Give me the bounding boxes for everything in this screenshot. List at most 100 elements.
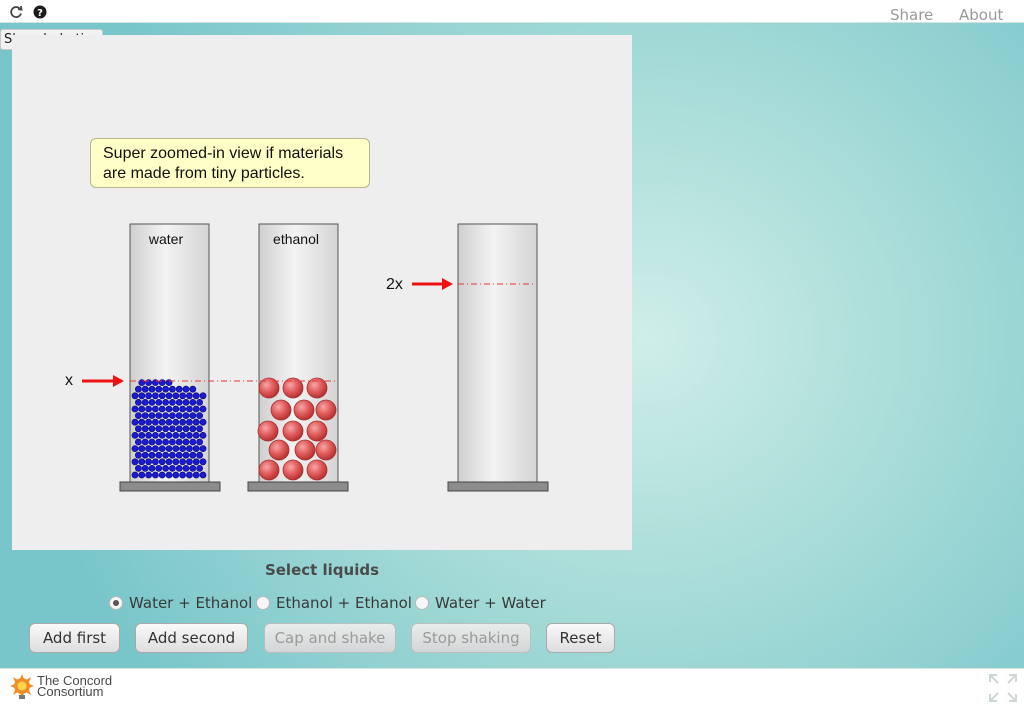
water-particle <box>196 398 203 406</box>
water-particle <box>192 471 200 479</box>
reset-button[interactable]: Reset <box>546 623 615 653</box>
water-particle <box>192 405 200 413</box>
stop-shaking-button[interactable]: Stop shaking <box>411 623 531 653</box>
radio-button-selected[interactable] <box>109 596 123 610</box>
water-particle <box>162 412 169 419</box>
water-label: water <box>148 231 184 247</box>
ethanol-particle <box>282 459 304 481</box>
ethanol-particle <box>293 399 315 421</box>
water-particle <box>151 418 159 426</box>
option-ethanol-ethanol[interactable]: Ethanol + Ethanol <box>256 594 412 614</box>
water-particle <box>145 458 152 466</box>
radio-button[interactable] <box>415 596 429 610</box>
water-particle <box>155 438 163 446</box>
water-particle <box>141 412 149 419</box>
water-particle <box>135 412 142 419</box>
radio-button[interactable] <box>256 596 270 610</box>
empty-cylinder <box>457 223 538 483</box>
water-particle <box>138 418 146 426</box>
water-particle <box>192 418 200 426</box>
ethanol-cylinder-base <box>247 481 349 492</box>
water-particle <box>179 458 186 466</box>
water-particle <box>131 392 139 400</box>
add-second-button[interactable]: Add second <box>135 623 248 653</box>
water-particle <box>179 431 186 439</box>
water-particle <box>138 379 146 386</box>
water-particle <box>158 471 166 479</box>
share-link[interactable]: Share <box>890 6 933 24</box>
water-particle <box>155 412 163 419</box>
water-particle <box>158 431 166 439</box>
water-particle <box>168 451 176 459</box>
water-particle <box>148 451 156 459</box>
water-particle <box>148 425 156 433</box>
water-particle <box>131 418 139 426</box>
water-particle <box>141 451 149 459</box>
empty-cylinder-base <box>447 481 549 492</box>
water-particle <box>192 392 200 400</box>
water-particle <box>179 392 186 400</box>
water-particle <box>138 445 146 452</box>
water-particle <box>196 438 203 446</box>
fullscreen-icon[interactable] <box>988 673 1018 703</box>
water-particle <box>182 464 190 472</box>
water-particle <box>185 418 193 426</box>
question-circle-icon[interactable]: ? <box>33 5 47 19</box>
water-particle <box>165 458 173 466</box>
water-particle <box>135 385 142 393</box>
ethanol-particle <box>270 399 292 421</box>
level-label-2x: 2x <box>386 276 403 293</box>
water-particle <box>185 458 193 466</box>
water-particle <box>175 425 183 433</box>
option-water-ethanol[interactable]: Water + Ethanol <box>109 594 252 614</box>
water-particle <box>151 445 159 452</box>
logo-line-2: Consortium <box>37 684 104 699</box>
water-particle <box>168 464 176 472</box>
top-bar: ? Share About <box>0 0 1024 24</box>
water-particle <box>138 392 146 400</box>
water-particle <box>172 431 180 439</box>
water-particle <box>172 405 180 413</box>
water-particle <box>162 385 169 393</box>
reload-icon[interactable] <box>9 5 23 19</box>
water-particle <box>151 471 159 479</box>
water-particle <box>158 392 166 400</box>
about-link[interactable]: About <box>959 6 1003 24</box>
water-particle <box>162 398 169 406</box>
ethanol-particle <box>257 420 279 442</box>
water-particle <box>148 464 156 472</box>
callout-line-2: are made from tiny particles. <box>103 165 305 182</box>
ethanol-particle <box>315 439 337 461</box>
water-particle <box>158 445 166 452</box>
water-particle <box>182 385 190 393</box>
water-particle <box>151 405 159 413</box>
water-particle <box>131 431 139 439</box>
water-particle <box>158 418 166 426</box>
water-particle <box>179 445 186 452</box>
water-particle <box>165 418 173 426</box>
level-arrow-x <box>82 375 124 387</box>
concord-bulb-icon[interactable] <box>8 674 36 702</box>
water-particle <box>148 412 156 419</box>
water-particle <box>131 458 139 466</box>
concord-logo-text[interactable]: The Concord Consortium <box>37 674 112 699</box>
water-particle <box>199 392 207 400</box>
water-particle <box>196 425 203 433</box>
cap-and-shake-button[interactable]: Cap and shake <box>264 623 396 653</box>
option-water-water[interactable]: Water + Water <box>415 594 546 614</box>
water-particle <box>172 458 180 466</box>
water-particle <box>151 392 159 400</box>
water-particle <box>189 398 197 406</box>
water-particle <box>162 438 169 446</box>
footer-bar: The Concord Consortium <box>0 668 1024 706</box>
water-particle <box>165 445 173 452</box>
water-particle <box>148 438 156 446</box>
water-particle <box>162 425 169 433</box>
option-label: Water + Ethanol <box>129 594 253 612</box>
water-particle <box>151 379 159 386</box>
water-particle <box>145 405 152 413</box>
add-first-button[interactable]: Add first <box>29 623 120 653</box>
water-particle <box>145 445 152 452</box>
water-particle <box>175 438 183 446</box>
water-particle <box>175 464 183 472</box>
